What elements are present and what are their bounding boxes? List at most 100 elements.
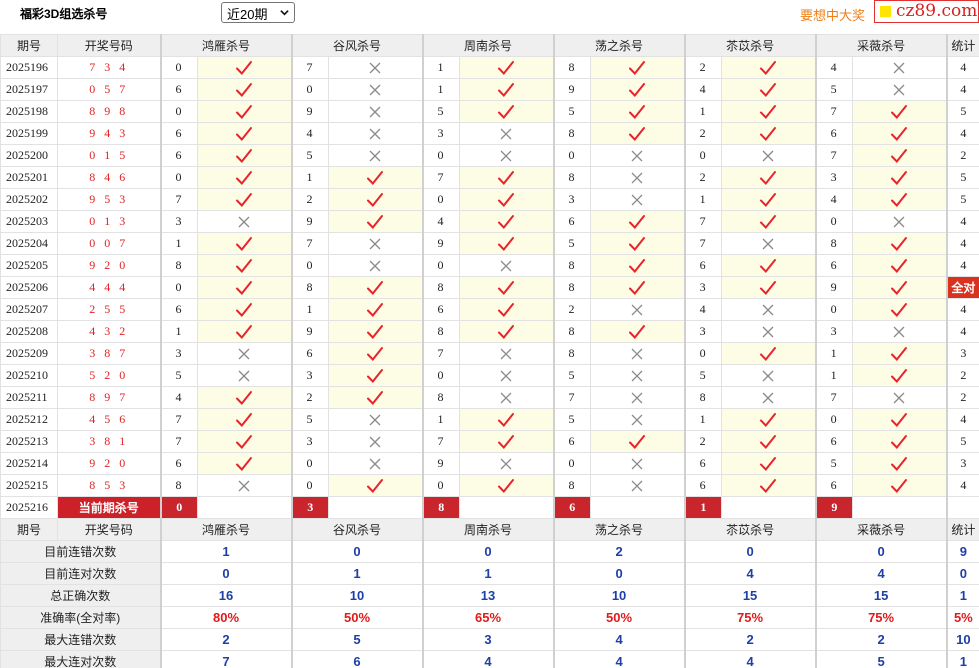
cross-icon [893, 326, 905, 338]
check-icon [498, 192, 515, 207]
cross-icon [369, 128, 381, 140]
chevron-down-icon [280, 10, 289, 16]
period-cell: 2025212 [0, 408, 58, 431]
kill-number-cell: 4 [683, 298, 723, 321]
current-kill-number: 1 [683, 496, 723, 519]
kill-number-cell: 6 [159, 144, 198, 167]
current-label: 当前期杀号 [57, 496, 161, 519]
promo-text[interactable]: 要想中大奖 [800, 5, 865, 24]
current-period-cell: 2025216 [0, 496, 58, 519]
check-icon [498, 82, 515, 97]
result-hit-cell [852, 298, 948, 321]
kill-number-cell: 6 [814, 122, 854, 145]
kill-number-cell: 5 [421, 100, 461, 123]
check-icon [891, 280, 908, 295]
result-hit-cell [590, 232, 686, 255]
period-cell: 2025201 [0, 166, 58, 189]
check-icon [760, 412, 777, 427]
result-hit-cell [459, 232, 555, 255]
kill-number-cell: 9 [552, 78, 592, 101]
check-icon [367, 390, 384, 405]
stat-value: 4 [683, 562, 817, 585]
result-miss-cell [328, 100, 424, 123]
kill-number-cell: 7 [683, 210, 723, 233]
cross-icon [238, 480, 250, 492]
current-period-row: 2025216 当前期杀号 0 3 8 6 1 9 [0, 496, 979, 519]
period-cell: 2025213 [0, 430, 58, 453]
period-cell: 2025210 [0, 364, 58, 387]
kill-number-cell: 8 [552, 254, 592, 277]
result-hit-cell [590, 254, 686, 277]
cross-icon [762, 370, 774, 382]
check-icon [498, 478, 515, 493]
count-cell: 4 [945, 254, 979, 277]
cross-icon [631, 348, 643, 360]
kill-number-cell: 7 [290, 56, 330, 79]
result-hit-cell [196, 320, 293, 343]
result-hit-cell [328, 342, 424, 365]
result-hit-cell [721, 342, 817, 365]
draw-number-cell: 0 1 5 [57, 144, 161, 167]
kill-number-cell: 1 [683, 100, 723, 123]
stat-value: 3 [421, 628, 555, 651]
cross-icon [631, 172, 643, 184]
result-hit-cell [721, 430, 817, 453]
header-method: 鸿雁杀号 [159, 518, 293, 541]
result-hit-cell [196, 408, 293, 431]
stat-value: 2 [683, 628, 817, 651]
check-icon [891, 368, 908, 383]
check-icon [367, 368, 384, 383]
table-row: 2025197 0 5 76 0 1 9 4 5 4 [0, 78, 979, 101]
count-cell: 2 [945, 144, 979, 167]
kill-number-cell: 2 [683, 56, 723, 79]
cross-icon [500, 128, 512, 140]
check-icon [367, 324, 384, 339]
period-cell: 2025200 [0, 144, 58, 167]
kill-number-cell: 5 [290, 408, 330, 431]
result-miss-cell [721, 320, 817, 343]
stat-value: 4 [683, 650, 817, 668]
stat-value: 2 [159, 628, 293, 651]
cross-icon [369, 436, 381, 448]
kill-number-cell: 1 [159, 320, 198, 343]
cross-icon [631, 150, 643, 162]
check-icon [236, 148, 253, 163]
check-icon [498, 60, 515, 75]
header-draw: 开奖号码 [57, 518, 161, 541]
cross-icon [762, 304, 774, 316]
check-icon [891, 126, 908, 141]
kill-number-cell: 5 [552, 364, 592, 387]
count-cell: 2 [945, 386, 979, 409]
site-logo[interactable]: cz89.com [874, 0, 979, 23]
cross-icon [500, 370, 512, 382]
header-method: 谷风杀号 [290, 34, 424, 57]
draw-number-cell: 3 8 1 [57, 430, 161, 453]
kill-number-cell: 1 [814, 342, 854, 365]
kill-number-cell: 3 [683, 320, 723, 343]
kill-number-cell: 6 [290, 342, 330, 365]
draw-number-cell: 8 4 6 [57, 166, 161, 189]
draw-number-cell: 4 5 6 [57, 408, 161, 431]
period-cell: 2025203 [0, 210, 58, 233]
cross-icon [893, 84, 905, 96]
count-cell: 4 [945, 78, 979, 101]
header-method: 采薇杀号 [814, 518, 948, 541]
kill-number-cell: 1 [290, 298, 330, 321]
kill-number-cell: 7 [159, 188, 198, 211]
table-header-row: 期号 开奖号码 鸿雁杀号 谷风杀号 周南杀号 荡之杀号 苶苡杀号 采薇杀号 统计 [0, 34, 979, 57]
table-row: 2025202 9 5 37203145 [0, 188, 979, 211]
cross-icon [369, 238, 381, 250]
kill-number-cell: 0 [159, 100, 198, 123]
kill-number-cell: 0 [290, 474, 330, 497]
kill-number-cell: 7 [159, 408, 198, 431]
result-miss-cell [459, 342, 555, 365]
check-icon [629, 104, 646, 119]
result-miss-cell [590, 474, 686, 497]
stat-value: 6 [290, 650, 424, 668]
period-cell: 2025211 [0, 386, 58, 409]
period-range-select[interactable]: 近20期 [221, 2, 295, 23]
kill-number-cell: 4 [814, 56, 854, 79]
check-icon [891, 104, 908, 119]
result-miss-cell [590, 364, 686, 387]
check-icon [236, 104, 253, 119]
